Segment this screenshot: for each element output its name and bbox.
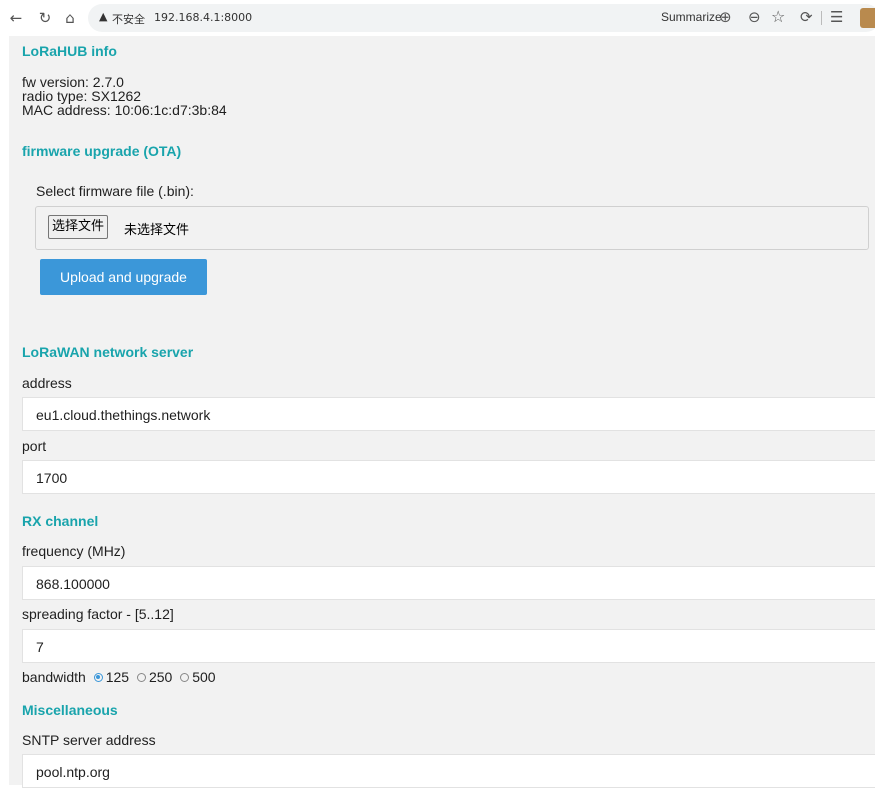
frequency-value: 868.100000 bbox=[36, 576, 110, 592]
radio-type-text: radio type: SX1262 bbox=[22, 88, 142, 104]
bookmark-star-icon[interactable]: ☆ bbox=[771, 7, 785, 26]
frequency-label: frequency (MHz) bbox=[22, 543, 126, 559]
file-input[interactable]: 选择文件 未选择文件 bbox=[35, 206, 869, 250]
spreading-factor-input[interactable]: 7 bbox=[22, 629, 875, 663]
port-value: 1700 bbox=[36, 470, 68, 486]
choose-file-button[interactable]: 选择文件 bbox=[48, 215, 109, 239]
summarize-label[interactable]: Summarize bbox=[661, 10, 722, 24]
mac-address-text: MAC address: 10:06:1c:d7:3b:84 bbox=[22, 102, 227, 118]
miscellaneous-heading: Miscellaneous bbox=[22, 702, 118, 718]
bandwidth-label: bandwidth bbox=[22, 669, 86, 685]
network-server-heading: LoRaWAN network server bbox=[22, 344, 194, 360]
extensions-icon[interactable]: ⟳ bbox=[800, 8, 813, 26]
port-input[interactable]: 1700 bbox=[22, 460, 875, 494]
lorahub-info-heading: LoRaHUB info bbox=[22, 43, 117, 59]
rx-channel-heading: RX channel bbox=[22, 513, 99, 529]
spreading-factor-label: spreading factor - [5..12] bbox=[22, 606, 174, 622]
reload-icon[interactable]: ↻ bbox=[35, 8, 55, 28]
ota-heading: firmware upgrade (OTA) bbox=[22, 143, 182, 159]
bandwidth-125-radio[interactable] bbox=[93, 672, 103, 682]
summarize-icon[interactable]: ⊕ bbox=[719, 8, 732, 26]
toolbar-divider bbox=[821, 11, 822, 25]
address-value: eu1.cloud.thethings.network bbox=[36, 407, 211, 423]
insecure-label[interactable]: 不安全 bbox=[112, 11, 145, 27]
bandwidth-row: bandwidth 125 250 500 bbox=[22, 669, 216, 685]
bandwidth-500-radio[interactable] bbox=[180, 672, 190, 682]
favorites-icon[interactable]: ☰ bbox=[830, 8, 843, 26]
bandwidth-250-label[interactable]: 250 bbox=[149, 669, 172, 685]
upload-upgrade-button[interactable]: Upload and upgrade bbox=[40, 259, 207, 295]
fw-version-text: fw version: 2.7.0 bbox=[22, 74, 124, 90]
bandwidth-125-label[interactable]: 125 bbox=[106, 669, 129, 685]
warning-icon[interactable]: ▲ bbox=[99, 10, 107, 23]
back-icon[interactable]: ← bbox=[6, 8, 26, 28]
port-label: port bbox=[22, 438, 47, 454]
bandwidth-500-label[interactable]: 500 bbox=[192, 669, 215, 685]
sntp-input[interactable]: pool.ntp.org bbox=[22, 754, 875, 788]
sntp-label: SNTP server address bbox=[22, 732, 156, 748]
address-label: address bbox=[22, 375, 72, 391]
browser-toolbar: ← ↻ ⌂ ▲ 不安全 192.168.4.1:8000 Summarize ⊕… bbox=[0, 0, 875, 36]
address-bar[interactable]: ▲ 不安全 192.168.4.1:8000 Summarize ⊕ ⊖ ☆ ⟳… bbox=[88, 4, 875, 32]
frequency-input[interactable]: 868.100000 bbox=[22, 566, 875, 600]
address-input[interactable]: eu1.cloud.thethings.network bbox=[22, 397, 875, 431]
bandwidth-250-radio[interactable] bbox=[136, 672, 146, 682]
no-file-text: 未选择文件 bbox=[124, 223, 190, 238]
profile-avatar[interactable] bbox=[860, 8, 875, 28]
sntp-value: pool.ntp.org bbox=[36, 764, 110, 780]
page-content: LoRaHUB info fw version: 2.7.0 radio typ… bbox=[9, 36, 875, 788]
url-text[interactable]: 192.168.4.1:8000 bbox=[154, 11, 252, 24]
spreading-factor-value: 7 bbox=[36, 639, 44, 655]
select-firmware-label: Select firmware file (.bin): bbox=[36, 183, 194, 199]
home-icon[interactable]: ⌂ bbox=[60, 8, 80, 28]
zoom-icon[interactable]: ⊖ bbox=[748, 8, 761, 26]
